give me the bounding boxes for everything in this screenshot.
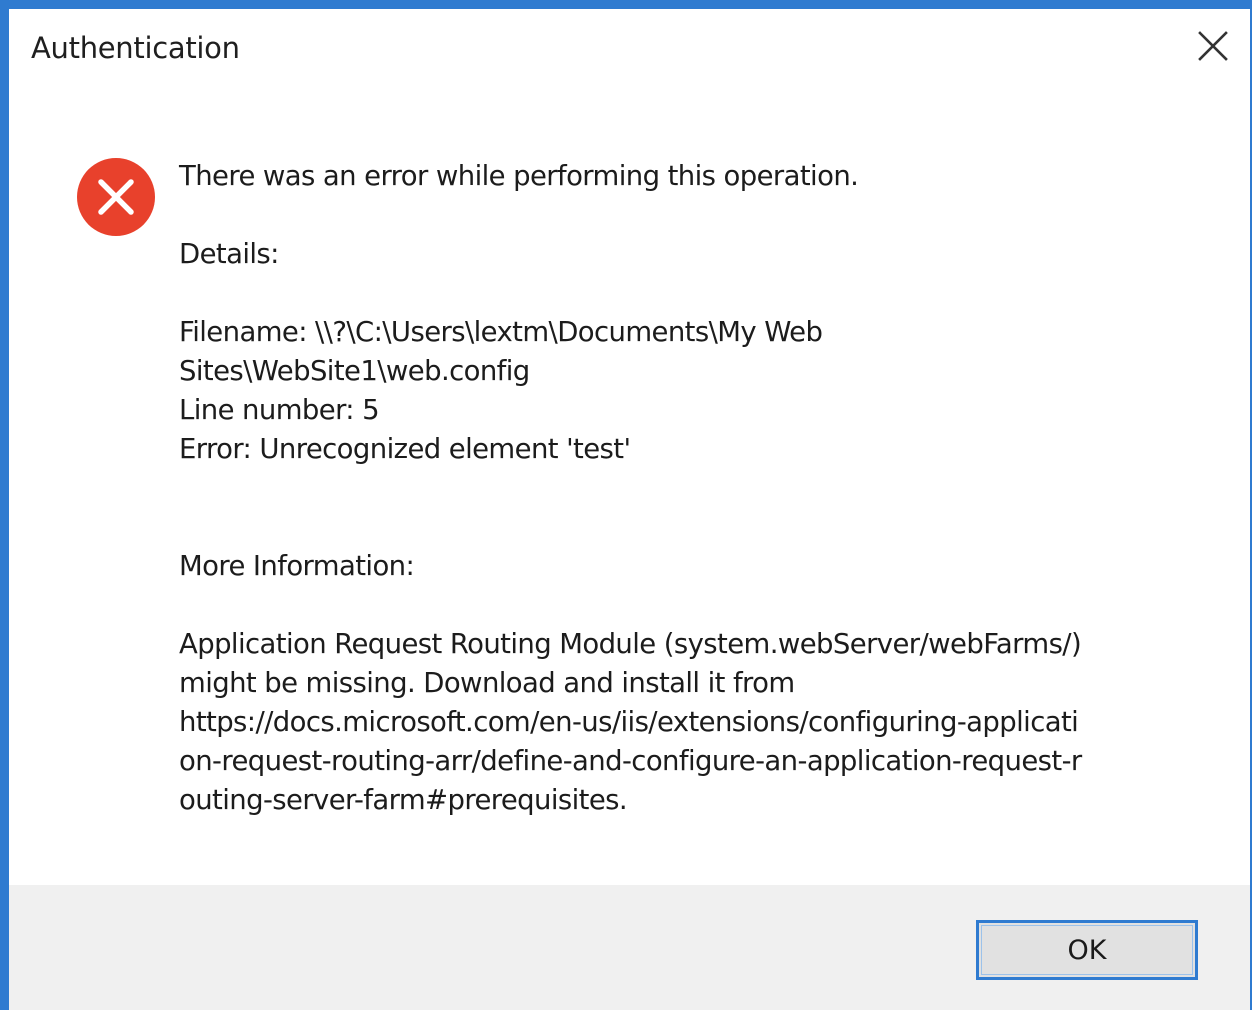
close-button[interactable] bbox=[1189, 26, 1237, 66]
dialog-footer: OK bbox=[9, 885, 1250, 1010]
more-information-line-3: https://docs.microsoft.com/en-us/iis/ext… bbox=[179, 706, 1079, 738]
filename-line-2: Sites\WebSite1\web.config bbox=[179, 355, 530, 387]
error-icon bbox=[77, 158, 155, 236]
error-message: There was an error while performing this… bbox=[179, 157, 1169, 820]
ok-button[interactable]: OK bbox=[976, 920, 1198, 980]
more-information-line-5: outing-server-farm#prerequisites. bbox=[179, 784, 628, 816]
filename-line-1: Filename: \\?\C:\Users\lextm\Documents\M… bbox=[179, 316, 823, 348]
authentication-dialog: Authentication There was an error while … bbox=[0, 0, 1252, 1010]
more-information-line-4: on-request-routing-arr/define-and-config… bbox=[179, 745, 1082, 777]
more-information-line-2: might be missing. Download and install i… bbox=[179, 667, 795, 699]
error-description: Error: Unrecognized element 'test' bbox=[179, 433, 631, 465]
line-number: Line number: 5 bbox=[179, 394, 380, 426]
details-label: Details: bbox=[179, 238, 279, 270]
dialog-title: Authentication bbox=[31, 31, 240, 65]
more-information-label: More Information: bbox=[179, 550, 415, 582]
more-information-line-1: Application Request Routing Module (syst… bbox=[179, 628, 1082, 660]
close-icon bbox=[1198, 31, 1228, 61]
error-headline: There was an error while performing this… bbox=[179, 160, 859, 192]
